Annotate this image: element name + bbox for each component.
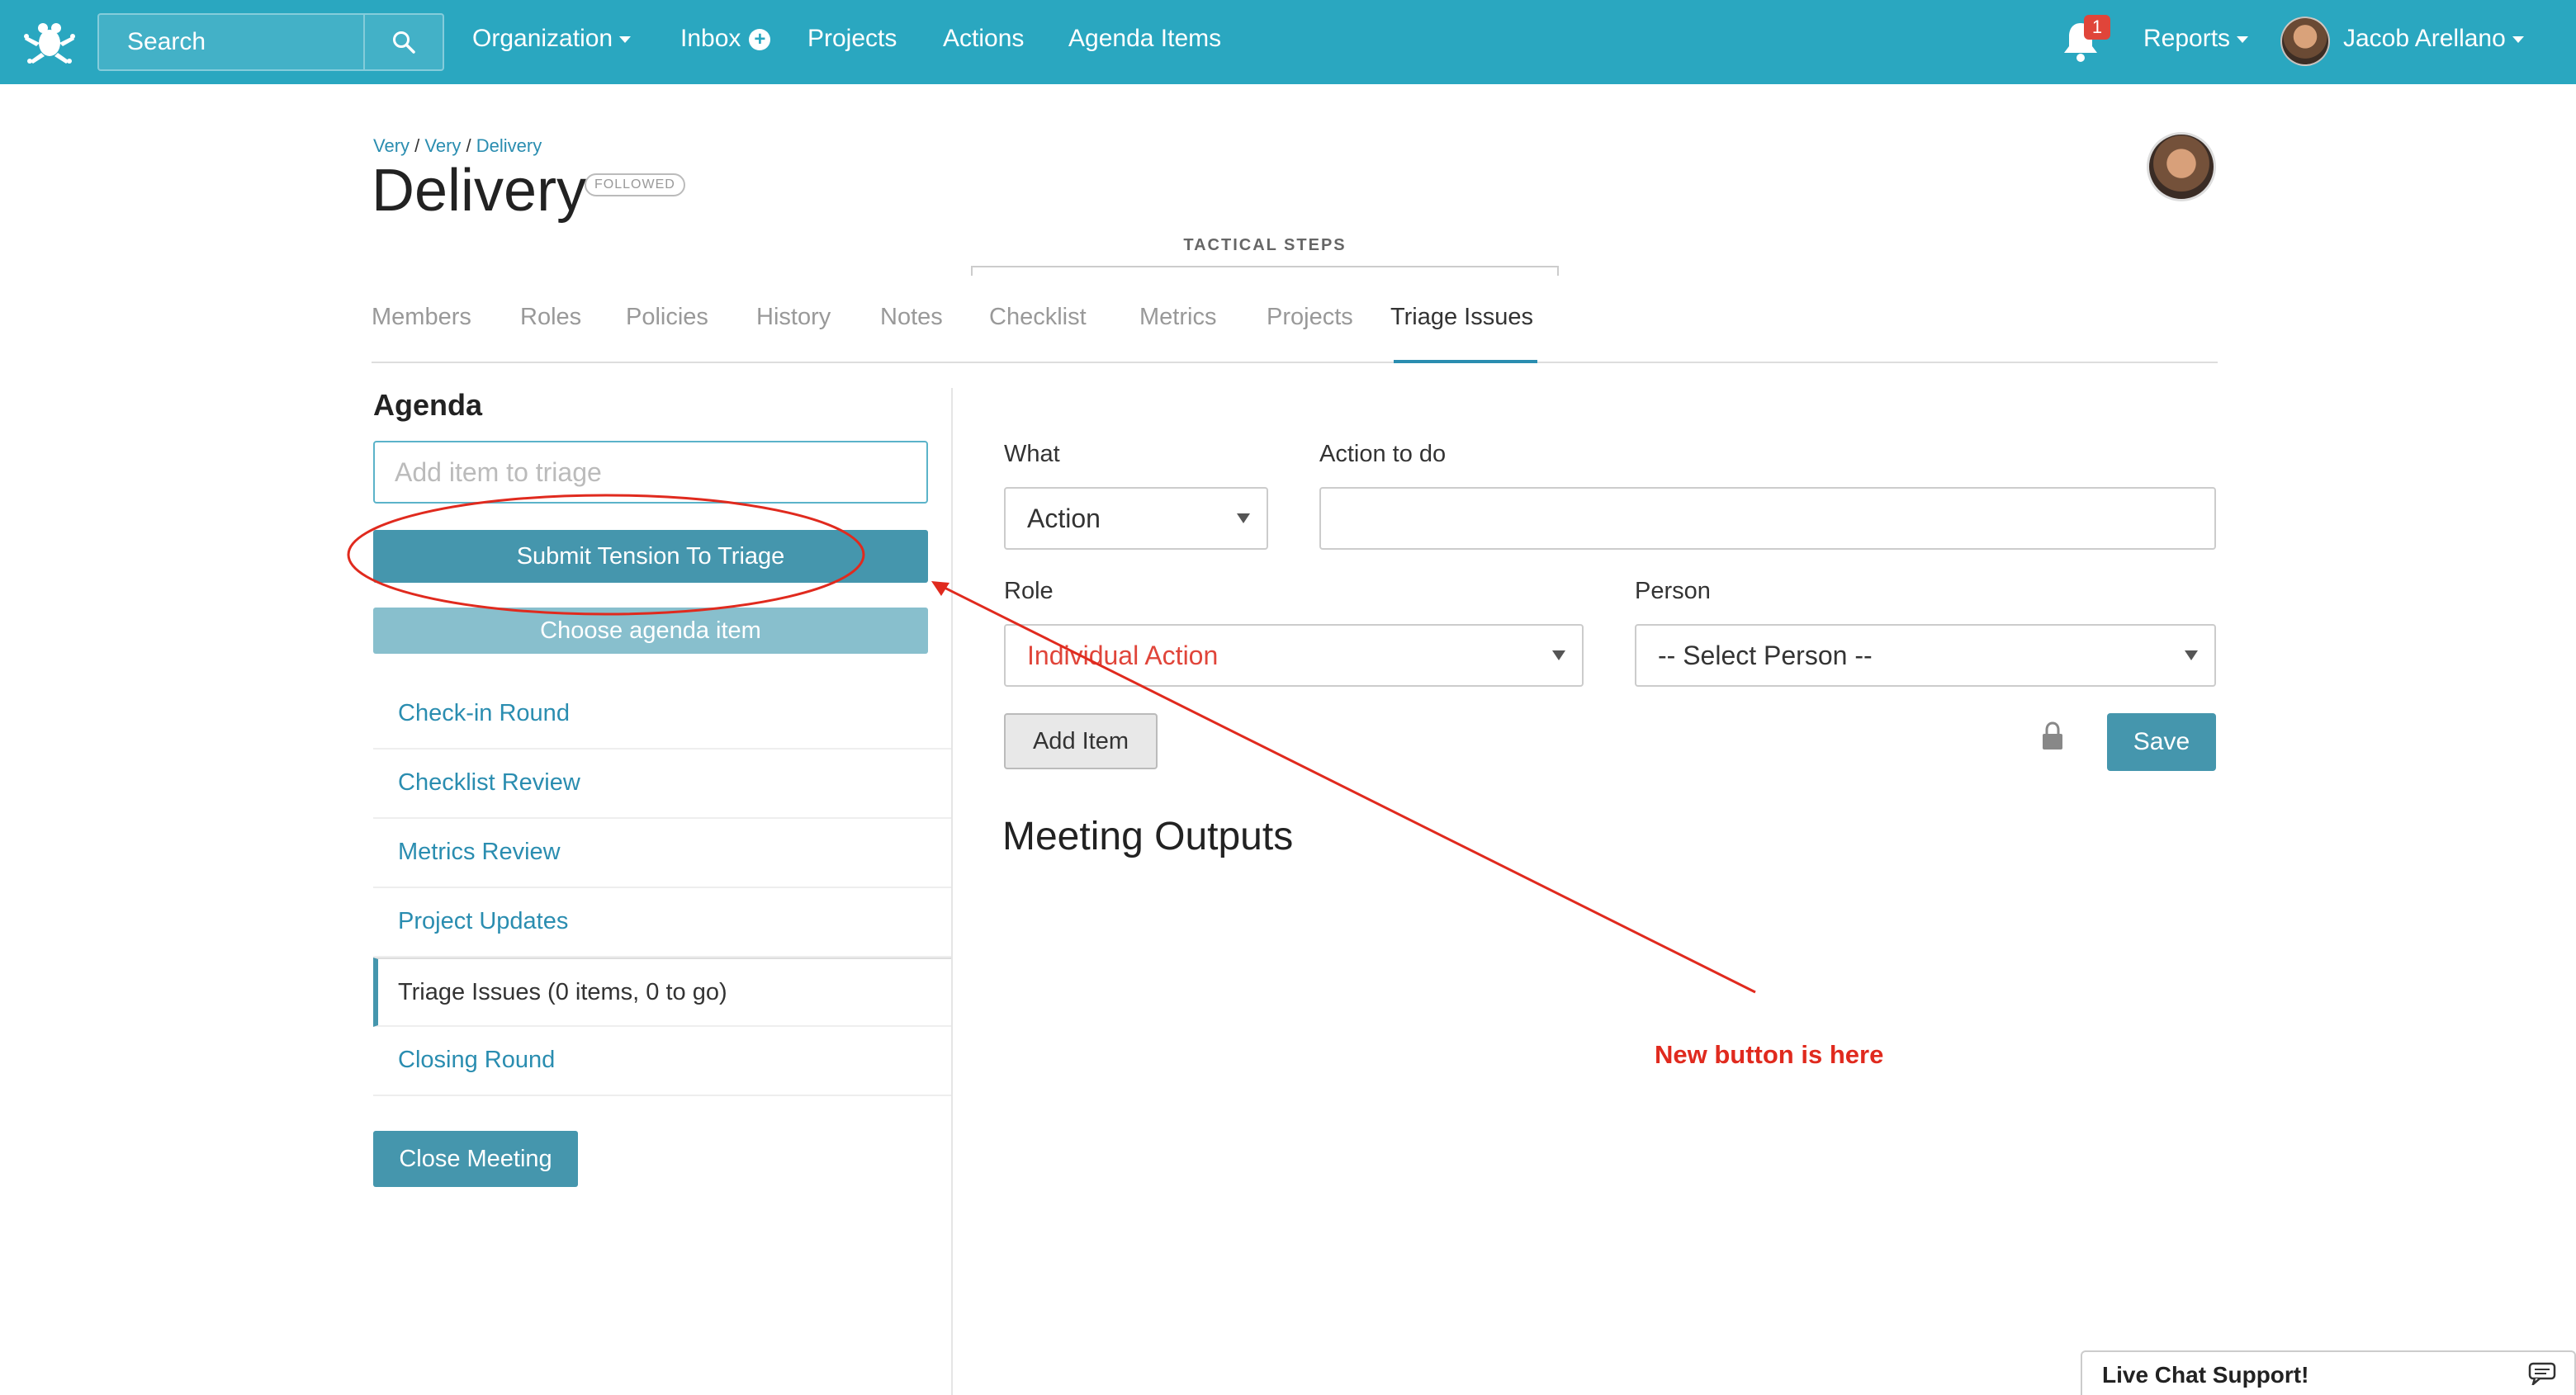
breadcrumb-link[interactable]: Very [424,135,461,156]
add-item-button[interactable]: Add Item [1004,713,1158,769]
role-label: Role [1004,578,1054,604]
nav-inbox[interactable]: Inbox + [680,25,771,53]
tab-projects[interactable]: Projects [1267,304,1353,331]
chat-bubble-icon [2528,1362,2556,1385]
breadcrumb-link[interactable]: Delivery [476,135,542,156]
what-label: What [1004,441,1060,467]
action-to-do-input[interactable] [1319,487,2216,550]
action-to-do-label: Action to do [1319,441,1447,467]
circle-avatar[interactable] [2147,132,2216,201]
followed-badge[interactable]: FOLLOWED [585,173,685,196]
panel-divider [951,388,953,1395]
agenda-item-checklist-review[interactable]: Checklist Review [373,750,953,819]
tab-notes[interactable]: Notes [880,304,943,331]
tab-members[interactable]: Members [372,304,471,331]
agenda-item-closing-round[interactable]: Closing Round [373,1027,953,1096]
agenda-item-project-updates[interactable]: Project Updates [373,888,953,958]
triage-item-input[interactable] [373,441,928,504]
submit-tension-button[interactable]: Submit Tension To Triage [373,530,928,583]
nav-agenda-items[interactable]: Agenda Items [1068,25,1221,53]
role-select[interactable]: Individual Action [1004,624,1584,687]
live-chat-widget[interactable]: Live Chat Support! [2081,1350,2576,1395]
breadcrumb-link[interactable]: Very [373,135,410,156]
agenda-list: Check-in Round Checklist Review Metrics … [373,680,953,1096]
nav-actions[interactable]: Actions [943,25,1024,53]
search-button[interactable] [363,15,443,69]
search-icon [393,31,415,54]
annotation-arrowhead [931,581,949,596]
tab-triage-issues[interactable]: Triage Issues [1390,304,1533,331]
top-navbar: Search Organization Inbox + Projects Acti… [0,0,2576,84]
tactical-steps-label: TACTICAL STEPS [1183,236,1347,254]
page-title: Delivery [372,158,587,224]
person-select[interactable]: -- Select Person -- [1635,624,2216,687]
lock-icon[interactable] [2041,721,2064,751]
tactical-steps-bracket [971,266,1559,276]
agenda-item-check-in-round[interactable]: Check-in Round [373,680,953,750]
nav-reports-label: Reports [2143,25,2231,52]
agenda-item-triage-issues[interactable]: Triage Issues (0 items, 0 to go) [373,958,953,1027]
tab-history[interactable]: History [756,304,831,331]
dropdown-arrow-icon [1237,513,1250,523]
chevron-down-icon [2512,36,2524,44]
user-avatar[interactable] [2280,17,2330,66]
tab-bar: Members Roles Policies History Notes Che… [372,297,2218,363]
tab-policies[interactable]: Policies [626,304,708,331]
person-label: Person [1635,578,1711,604]
dropdown-arrow-icon [1552,650,1565,660]
search-input[interactable]: Search [127,28,206,56]
choose-agenda-item-button[interactable]: Choose agenda item [373,608,928,654]
notification-badge: 1 [2084,15,2110,40]
dropdown-arrow-icon [2185,650,2198,660]
breadcrumb: Very / Very / Delivery [373,135,542,156]
tab-metrics[interactable]: Metrics [1139,304,1216,331]
save-button[interactable]: Save [2107,713,2216,771]
active-tab-indicator [1394,360,1537,363]
user-name: Jacob Arellano [2343,25,2506,52]
nav-organization-label: Organization [472,25,613,52]
what-select[interactable]: Action [1004,487,1268,550]
agenda-title: Agenda [373,388,483,422]
tab-checklist[interactable]: Checklist [989,304,1087,331]
annotation-text: New button is here [1655,1040,1884,1069]
person-select-value: -- Select Person -- [1658,641,1873,670]
live-chat-label: Live Chat Support! [2102,1362,2309,1388]
search-box[interactable]: Search [97,13,444,71]
nav-user-menu[interactable]: Jacob Arellano [2343,25,2524,53]
agenda-item-metrics-review[interactable]: Metrics Review [373,819,953,888]
chevron-down-icon [2237,36,2249,44]
nav-inbox-label: Inbox [680,25,741,52]
close-meeting-button[interactable]: Close Meeting [373,1131,578,1187]
tab-roles[interactable]: Roles [520,304,581,331]
what-select-value: Action [1027,504,1101,533]
frog-logo-icon[interactable] [23,18,76,64]
meeting-outputs-title: Meeting Outputs [1002,815,1294,858]
nav-reports[interactable]: Reports [2143,25,2249,53]
plus-circle-icon[interactable]: + [749,29,771,51]
chevron-down-icon [619,36,632,44]
nav-organization[interactable]: Organization [472,25,632,53]
role-select-value: Individual Action [1027,641,1219,670]
nav-projects[interactable]: Projects [807,25,897,53]
